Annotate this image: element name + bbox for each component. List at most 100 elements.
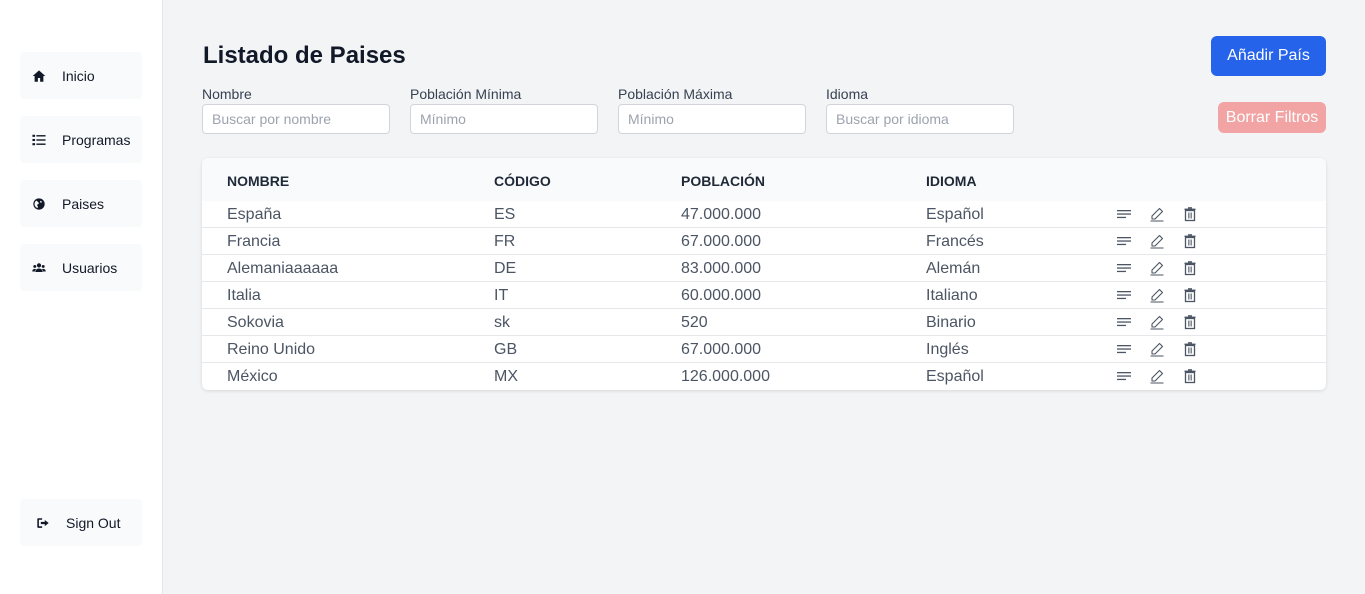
delete-button[interactable] xyxy=(1181,313,1198,330)
table-row: España ES 47.000.000 Español xyxy=(202,201,1326,228)
row-actions xyxy=(1115,340,1198,357)
row-actions xyxy=(1115,313,1198,330)
edit-button[interactable] xyxy=(1148,205,1165,222)
cell-idioma: Español xyxy=(926,206,984,223)
cell-poblacion: 67.000.000 xyxy=(681,233,762,250)
cell-nombre: Alemaniaaaaaa xyxy=(227,260,339,277)
column-header-nombre[interactable]: NOMBRE xyxy=(227,173,289,189)
column-header-poblacion[interactable]: POBLACIÓN xyxy=(681,173,765,189)
column-header-codigo[interactable]: CÓDIGO xyxy=(494,173,551,189)
delete-button[interactable] xyxy=(1181,232,1198,249)
cell-poblacion: 60.000.000 xyxy=(681,287,762,304)
edit-button[interactable] xyxy=(1148,286,1165,303)
details-button[interactable] xyxy=(1115,340,1132,357)
table-row: Alemaniaaaaaa DE 83.000.000 Alemán xyxy=(202,255,1326,282)
edit-button[interactable] xyxy=(1148,340,1165,357)
edit-button[interactable] xyxy=(1148,313,1165,330)
delete-button[interactable] xyxy=(1181,259,1198,276)
edit-button[interactable] xyxy=(1148,259,1165,276)
delete-icon xyxy=(1182,260,1198,276)
edit-button[interactable] xyxy=(1148,232,1165,249)
delete-button[interactable] xyxy=(1181,340,1198,357)
column-header-idioma[interactable]: IDIOMA xyxy=(926,173,977,189)
sidebar-item-label: Paises xyxy=(62,195,105,212)
edit-icon xyxy=(1149,341,1165,357)
table-header: NOMBRE CÓDIGO POBLACIÓN IDIOMA xyxy=(202,158,1326,201)
filter-min-population: Población Mínima xyxy=(410,86,598,134)
sidebar-item-inicio[interactable]: Inicio xyxy=(20,52,142,99)
edit-icon xyxy=(1149,206,1165,222)
table-row: Sokovia sk 520 Binario xyxy=(202,309,1326,336)
countries-table: NOMBRE CÓDIGO POBLACIÓN IDIOMA España ES 4… xyxy=(202,158,1326,390)
clear-filters-button[interactable]: Borrar Filtros xyxy=(1218,102,1326,133)
sidebar-item-label: Inicio xyxy=(62,67,95,84)
edit-button[interactable] xyxy=(1148,367,1165,384)
sign-out-label: Sign Out xyxy=(66,514,121,531)
page-title: Listado de Paises xyxy=(203,42,406,69)
table-body: España ES 47.000.000 Español Francia FR 67.000… xyxy=(202,201,1326,390)
table-row: Francia FR 67.000.000 Francés xyxy=(202,228,1326,255)
filter-max-label: Población Máxima xyxy=(618,86,733,102)
name-search-input[interactable] xyxy=(202,104,390,134)
sidebar-item-paises[interactable]: Paises xyxy=(20,180,142,227)
details-button[interactable] xyxy=(1115,205,1132,222)
filter-idioma-label: Idioma xyxy=(826,86,869,102)
row-actions xyxy=(1115,286,1198,303)
cell-idioma: Alemán xyxy=(926,260,981,277)
delete-icon xyxy=(1182,368,1198,384)
cell-poblacion: 520 xyxy=(681,314,708,331)
cell-idioma: Inglés xyxy=(926,341,969,358)
sidebar-item-programas[interactable]: Programas xyxy=(20,116,142,163)
details-icon xyxy=(1116,233,1132,249)
details-button[interactable] xyxy=(1115,286,1132,303)
table-row: Reino Unido GB 67.000.000 Inglés xyxy=(202,336,1326,363)
delete-icon xyxy=(1182,314,1198,330)
edit-icon xyxy=(1149,233,1165,249)
table-row: México MX 126.000.000 Español xyxy=(202,363,1326,390)
sidebar-item-usuarios[interactable]: Usuarios xyxy=(20,244,142,291)
details-button[interactable] xyxy=(1115,367,1132,384)
row-actions xyxy=(1115,205,1198,222)
max-population-input[interactable] xyxy=(618,104,806,134)
globe-icon xyxy=(32,197,46,211)
details-button[interactable] xyxy=(1115,259,1132,276)
sign-out-button[interactable]: Sign Out xyxy=(20,499,142,546)
details-icon xyxy=(1116,341,1132,357)
filter-idioma: Idioma xyxy=(826,86,1014,134)
cell-idioma: Francés xyxy=(926,233,984,250)
delete-icon xyxy=(1182,287,1198,303)
cell-codigo: sk xyxy=(494,314,510,331)
delete-button[interactable] xyxy=(1181,286,1198,303)
filter-min-label: Población Mínima xyxy=(410,86,522,102)
cell-poblacion: 83.000.000 xyxy=(681,260,762,277)
cell-codigo: FR xyxy=(494,233,516,250)
sidebar-item-label: Usuarios xyxy=(62,259,118,276)
cell-poblacion: 67.000.000 xyxy=(681,341,762,358)
cell-idioma: Italiano xyxy=(926,287,978,304)
cell-codigo: MX xyxy=(494,368,518,385)
filter-nombre: Nombre xyxy=(202,86,390,134)
language-search-input[interactable] xyxy=(826,104,1014,134)
list-icon xyxy=(32,133,46,147)
delete-button[interactable] xyxy=(1181,205,1198,222)
details-button[interactable] xyxy=(1115,232,1132,249)
cell-idioma: Español xyxy=(926,368,984,385)
main-content: Listado de Paises Añadir País Nombre Pob… xyxy=(163,0,1365,594)
details-button[interactable] xyxy=(1115,313,1132,330)
row-actions xyxy=(1115,367,1198,384)
cell-codigo: DE xyxy=(494,260,517,277)
edit-icon xyxy=(1149,287,1165,303)
delete-icon xyxy=(1182,206,1198,222)
min-population-input[interactable] xyxy=(410,104,598,134)
add-country-button[interactable]: Añadir País xyxy=(1211,36,1326,76)
sidebar-item-label: Programas xyxy=(62,131,131,148)
cell-nombre: España xyxy=(227,206,282,223)
delete-button[interactable] xyxy=(1181,367,1198,384)
sidebar: Inicio Programas Paises Usuarios Sign Ou… xyxy=(0,0,163,594)
cell-nombre: Italia xyxy=(227,287,261,304)
cell-idioma: Binario xyxy=(926,314,976,331)
cell-nombre: Sokovia xyxy=(227,314,284,331)
delete-icon xyxy=(1182,233,1198,249)
details-icon xyxy=(1116,314,1132,330)
edit-icon xyxy=(1149,368,1165,384)
